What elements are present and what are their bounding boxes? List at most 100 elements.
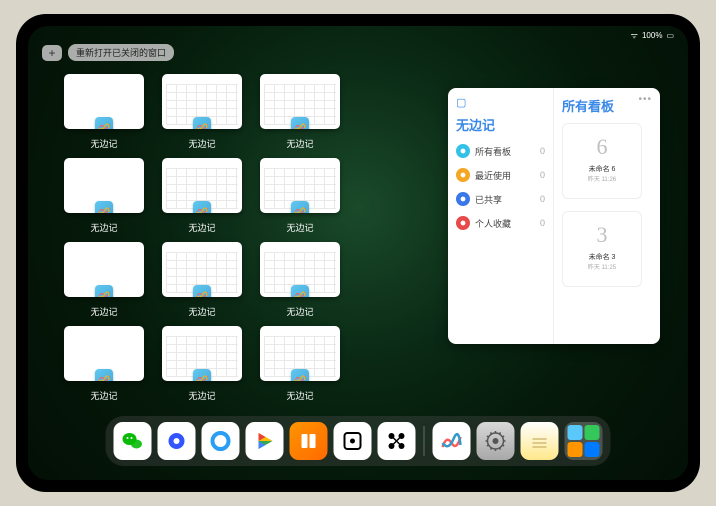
window-thumbnail — [64, 326, 144, 381]
sidebar-item-count: 0 — [540, 170, 545, 180]
window-tile[interactable]: 无边记 — [258, 158, 342, 234]
board-subtitle: 昨天 11:25 — [588, 262, 616, 271]
window-tile[interactable]: 无边记 — [258, 242, 342, 318]
window-thumbnail — [64, 74, 144, 129]
window-tile[interactable]: 无边记 — [62, 326, 146, 402]
window-label: 无边记 — [286, 221, 313, 234]
dock-app-quark[interactable] — [158, 422, 196, 460]
dock-app-library[interactable] — [565, 422, 603, 460]
dock-recent-settings[interactable] — [477, 422, 515, 460]
freeform-app-icon — [291, 285, 309, 297]
wifi-icon: ᯤ — [631, 30, 638, 41]
freeform-app-icon — [95, 285, 113, 297]
window-label: 无边记 — [188, 389, 215, 402]
window-thumbnail — [260, 326, 340, 381]
sidebar-item[interactable]: 个人收藏 0 — [456, 216, 545, 230]
board-subtitle: 昨天 11:26 — [588, 174, 616, 183]
window-thumbnail — [260, 242, 340, 297]
sidebar-item-count: 0 — [540, 146, 545, 156]
window-label: 无边记 — [188, 137, 215, 150]
dock: HD — [106, 416, 611, 466]
freeform-app-icon — [193, 369, 211, 381]
dock-app-dice[interactable] — [334, 422, 372, 460]
window-tile[interactable]: 无边记 — [62, 74, 146, 150]
battery-label: 100% — [642, 31, 662, 40]
board-drawing: 3 — [597, 222, 608, 248]
dock-app-books[interactable] — [290, 422, 328, 460]
freeform-app-icon — [193, 201, 211, 213]
sidebar-item-icon — [456, 144, 470, 158]
sidebar-title: 无边记 — [456, 115, 545, 134]
board-title: 未命名 6 — [589, 164, 616, 174]
sidebar-item[interactable]: 最近使用 0 — [456, 168, 545, 182]
new-window-button[interactable]: + — [42, 45, 62, 61]
freeform-sidebar: ▢ 无边记 所有看板 0 最近使用 0 已共享 0 个人收藏 0 — [448, 88, 554, 344]
window-thumbnail — [260, 158, 340, 213]
window-thumbnail — [162, 242, 242, 297]
window-tile[interactable]: 无边记 — [62, 158, 146, 234]
window-tile[interactable]: 无边记 — [160, 326, 244, 402]
screen: ᯤ 100% ▭ + 重新打开已关闭的窗口 无边记 无边记 — [28, 26, 688, 480]
window-thumbnail — [64, 242, 144, 297]
sidebar-toggle-icon[interactable]: ▢ — [456, 96, 545, 109]
window-tile[interactable]: 无边记 — [160, 74, 244, 150]
more-icon[interactable]: ••• — [638, 94, 652, 105]
window-tile[interactable]: 无边记 — [160, 158, 244, 234]
freeform-app-icon — [95, 117, 113, 129]
board-thumbnail[interactable]: 6 未命名 6 昨天 11:26 — [562, 123, 642, 199]
window-tile[interactable]: 无边记 — [258, 74, 342, 150]
dock-app-connect[interactable] — [378, 422, 416, 460]
window-thumbnail — [162, 74, 242, 129]
window-label: 无边记 — [286, 305, 313, 318]
freeform-app-icon — [95, 369, 113, 381]
window-label: 无边记 — [90, 389, 117, 402]
freeform-app-icon — [193, 285, 211, 297]
status-bar: ᯤ 100% ▭ — [631, 30, 674, 41]
freeform-app-icon — [291, 369, 309, 381]
window-tile[interactable]: 无边记 — [160, 242, 244, 318]
dock-recent-notes[interactable] — [521, 422, 559, 460]
ipad-frame: ᯤ 100% ▭ + 重新打开已关闭的窗口 无边记 无边记 — [16, 14, 700, 492]
sidebar-item[interactable]: 已共享 0 — [456, 192, 545, 206]
sidebar-item-icon — [456, 216, 470, 230]
dock-app-wechat[interactable] — [114, 422, 152, 460]
sidebar-item-count: 0 — [540, 194, 545, 204]
sidebar-item-label: 最近使用 — [475, 169, 535, 182]
sidebar-item[interactable]: 所有看板 0 — [456, 144, 545, 158]
reopen-closed-window-button[interactable]: 重新打开已关闭的窗口 — [68, 44, 174, 61]
window-label: 无边记 — [286, 389, 313, 402]
dock-app-play[interactable] — [246, 422, 284, 460]
sidebar-item-label: 所有看板 — [475, 145, 535, 158]
dock-recent-freeform[interactable] — [433, 422, 471, 460]
window-thumbnail — [162, 158, 242, 213]
freeform-app-icon — [291, 201, 309, 213]
window-label: 无边记 — [286, 137, 313, 150]
window-label: 无边记 — [90, 221, 117, 234]
window-thumbnail — [162, 326, 242, 381]
sidebar-item-count: 0 — [540, 218, 545, 228]
dock-app-qqbrowser[interactable]: HD — [202, 422, 240, 460]
stage-manager-grid: 无边记 无边记 无边记 无边记 — [62, 74, 440, 402]
sidebar-item-icon — [456, 192, 470, 206]
top-bar: + 重新打开已关闭的窗口 — [42, 44, 174, 61]
window-label: 无边记 — [188, 305, 215, 318]
window-label: 无边记 — [90, 137, 117, 150]
window-thumbnail — [260, 74, 340, 129]
board-drawing: 6 — [597, 134, 608, 160]
window-tile[interactable]: 无边记 — [258, 326, 342, 402]
board-thumbnail[interactable]: 3 未命名 3 昨天 11:25 — [562, 211, 642, 287]
battery-icon: ▭ — [666, 31, 674, 40]
sidebar-item-label: 已共享 — [475, 193, 535, 206]
sidebar-item-icon — [456, 168, 470, 182]
dock-separator — [424, 426, 425, 456]
svg-text:HD: HD — [217, 447, 225, 453]
window-label: 无边记 — [188, 221, 215, 234]
window-thumbnail — [64, 158, 144, 213]
freeform-content: 所有看板 6 未命名 6 昨天 11:26 3 未命名 3 昨天 11:25 — [554, 88, 660, 344]
freeform-app-icon — [291, 117, 309, 129]
window-tile[interactable]: 无边记 — [62, 242, 146, 318]
freeform-app-icon — [95, 201, 113, 213]
freeform-app-window[interactable]: ••• ▢ 无边记 所有看板 0 最近使用 0 已共享 0 个人收藏 0 所有看… — [448, 88, 660, 344]
freeform-app-icon — [193, 117, 211, 129]
sidebar-item-label: 个人收藏 — [475, 217, 535, 230]
